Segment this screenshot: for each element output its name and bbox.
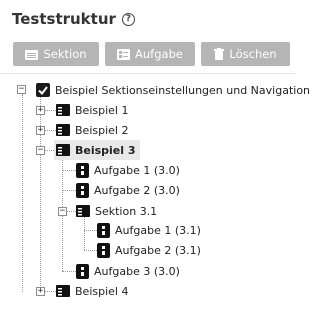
task-icon: [76, 162, 89, 178]
section-icon: [56, 104, 70, 116]
tree-node-label: Aufgabe 2 (3.0): [94, 183, 180, 197]
collapse-toggle[interactable]: −: [36, 146, 45, 155]
section-icon: [56, 124, 70, 136]
expand-toggle[interactable]: +: [36, 287, 45, 296]
tree-node-sektion-3-1[interactable]: Sektion 3.1: [76, 201, 157, 221]
structure-tree: − + + − − + Beispiel Sektionseinstellung…: [0, 0, 310, 312]
tree-connector: [84, 250, 97, 251]
tree-node-aufgabe-3-3-0[interactable]: Aufgabe 3 (3.0): [76, 261, 180, 281]
tree-connector: [66, 211, 76, 212]
tree-connector: [62, 190, 76, 191]
tree-node-beispiel-3[interactable]: Beispiel 3: [54, 140, 140, 160]
tree-connector: [84, 230, 97, 231]
tree-node-label: Beispiel 1: [75, 103, 129, 117]
tree-node-beispiel-2[interactable]: Beispiel 2: [56, 120, 128, 140]
tree-node-label: Aufgabe 3 (3.0): [94, 264, 180, 278]
tree-connector: [40, 90, 41, 292]
expand-toggle[interactable]: +: [36, 106, 45, 115]
tree-node-label: Aufgabe 2 (3.1): [115, 243, 201, 257]
collapse-toggle[interactable]: −: [58, 207, 67, 216]
tree-node-aufgabe-2-3-1[interactable]: Aufgabe 2 (3.1): [97, 240, 201, 260]
collapse-toggle[interactable]: −: [17, 85, 26, 94]
tree-node-beispiel-4[interactable]: Beispiel 4: [56, 281, 128, 301]
tree-node-aufgabe-1-3-1[interactable]: Aufgabe 1 (3.1): [97, 220, 201, 240]
tree-node-label: Beispiel Sektionseinstellungen und Navig…: [55, 83, 311, 97]
tree-node-aufgabe-1-3-0[interactable]: Aufgabe 1 (3.0): [76, 160, 180, 180]
tree-node-label: Beispiel 2: [75, 123, 129, 137]
tree-connector: [22, 94, 23, 292]
section-icon: [56, 285, 70, 297]
tree-connector: [44, 291, 56, 292]
tree-connector: [44, 110, 56, 111]
tree-connector: [84, 216, 85, 250]
task-icon: [76, 263, 89, 279]
tree-node-label: Beispiel 4: [75, 284, 129, 298]
tree-node-aufgabe-2-3-0[interactable]: Aufgabe 2 (3.0): [76, 180, 180, 200]
section-icon: [56, 144, 70, 156]
tree-connector: [44, 130, 56, 131]
tree-root-node[interactable]: Beispiel Sektionseinstellungen und Navig…: [36, 80, 310, 100]
task-icon: [76, 182, 89, 198]
tree-node-beispiel-1[interactable]: Beispiel 1: [56, 100, 128, 120]
checkbox-icon: [36, 83, 50, 97]
tree-connector: [62, 271, 76, 272]
task-icon: [97, 242, 110, 258]
tree-node-label: Aufgabe 1 (3.0): [94, 163, 180, 177]
section-icon: [76, 205, 90, 217]
tree-node-label: Aufgabe 1 (3.1): [115, 223, 201, 237]
tree-node-label: Sektion 3.1: [95, 204, 158, 218]
tree-connector: [62, 170, 76, 171]
task-icon: [97, 222, 110, 238]
expand-toggle[interactable]: +: [36, 126, 45, 135]
tree-node-label: Beispiel 3: [75, 143, 136, 157]
